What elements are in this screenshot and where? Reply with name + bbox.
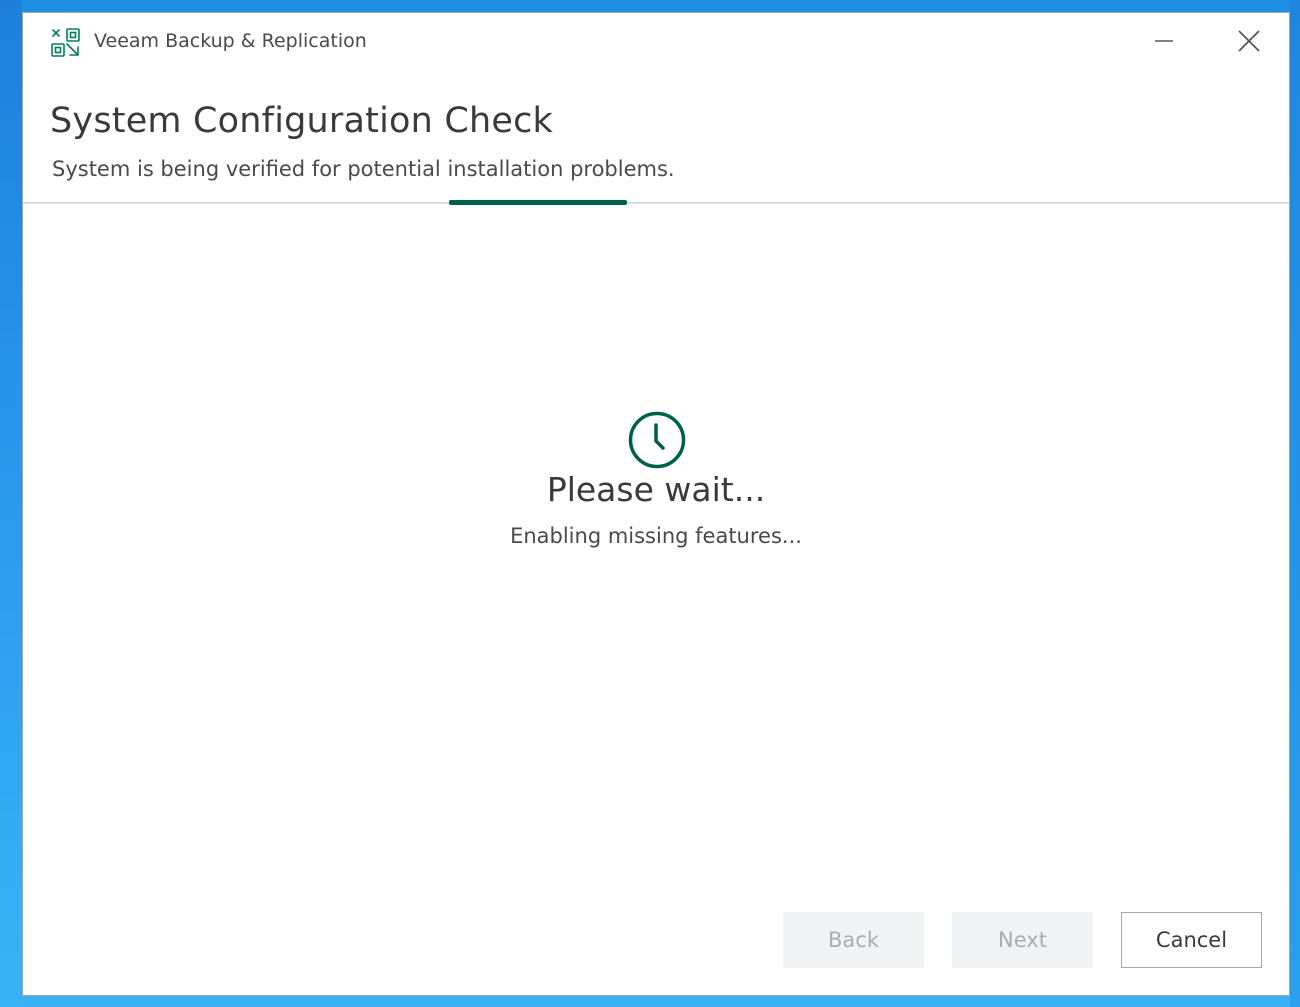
wait-status-message: Enabling missing features... — [510, 524, 802, 548]
desktop-background-right — [1290, 0, 1300, 1007]
wizard-content: Please wait... Enabling missing features… — [23, 204, 1289, 894]
clock-icon — [627, 410, 687, 470]
page-subtitle: System is being verified for potential i… — [52, 157, 675, 181]
close-icon — [1237, 29, 1261, 57]
desktop-background — [0, 0, 22, 1007]
window-title: Veeam Backup & Replication — [94, 30, 367, 52]
minimize-icon — [1153, 30, 1175, 56]
veeam-logo-icon — [50, 27, 82, 59]
wizard-header: System Configuration Check System is bei… — [23, 73, 1289, 202]
minimize-button[interactable] — [1142, 23, 1186, 63]
installer-window: Veeam Backup & Replication System Config… — [22, 12, 1290, 996]
close-button[interactable] — [1227, 23, 1271, 63]
cancel-button[interactable]: Cancel — [1121, 912, 1262, 968]
title-bar[interactable]: Veeam Backup & Replication — [23, 13, 1289, 73]
next-button[interactable]: Next — [952, 912, 1093, 968]
page-title: System Configuration Check — [50, 101, 553, 141]
back-button[interactable]: Back — [783, 912, 924, 968]
wait-title: Please wait... — [546, 470, 766, 509]
